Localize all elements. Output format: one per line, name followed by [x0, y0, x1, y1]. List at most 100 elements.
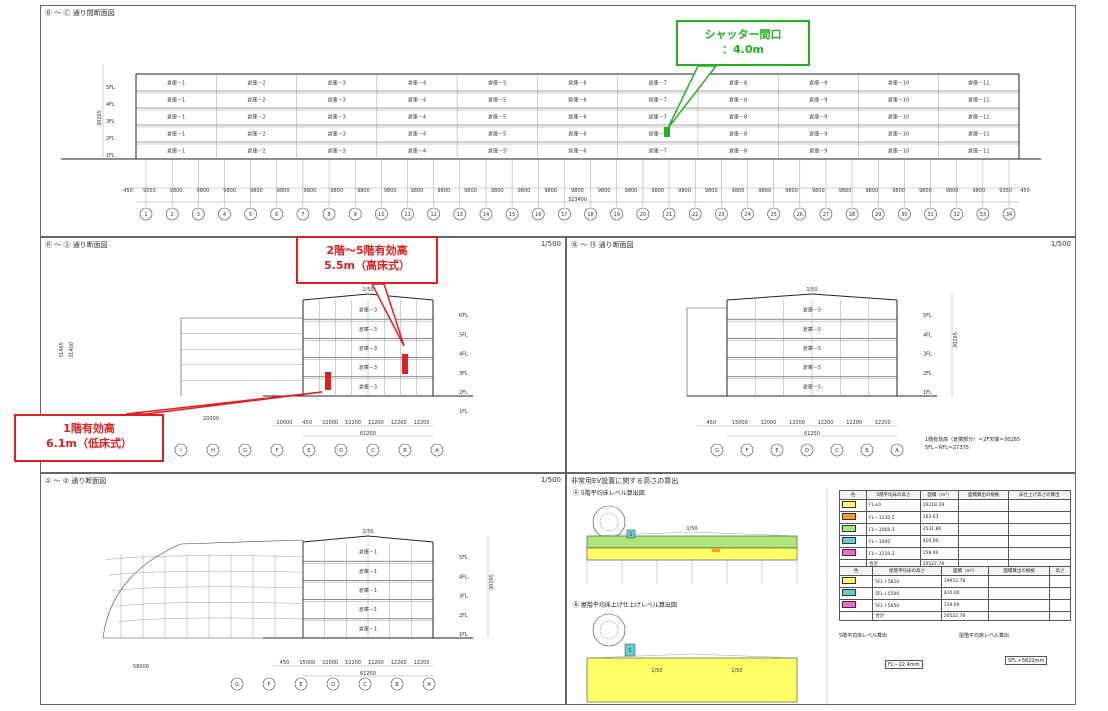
grid-label: 31: [927, 212, 933, 218]
span-dimension-label: 450: [303, 420, 313, 426]
grid-label: G: [235, 682, 239, 688]
grid-label: E: [775, 448, 778, 454]
grid-label: G: [715, 448, 719, 454]
table-cell: 20522.78: [940, 611, 990, 621]
calc-result-2: 5FL＋5822mm: [1005, 656, 1048, 665]
roof-slope-right: [367, 293, 434, 301]
room-label: 倉庫－10: [888, 80, 909, 87]
room-label: 倉庫－7: [649, 148, 667, 155]
grid-label: F: [268, 682, 271, 688]
room-label: 倉庫－2: [247, 148, 265, 155]
table-header-cell: 面積算出の根拠: [958, 490, 1009, 500]
span-dimension-label: 9800: [812, 188, 825, 194]
callout-shutter-line-1: シャッター間口: [704, 28, 782, 41]
floor-label: 5FL: [459, 332, 468, 338]
color-swatch: [842, 525, 856, 532]
grid-label: 24: [744, 212, 750, 218]
grid-label: C: [371, 448, 375, 454]
grid-label: 3: [197, 212, 200, 218]
grid-label: 9: [354, 212, 357, 218]
span-dimension-label: 9800: [839, 188, 852, 194]
callout-eh1-line-1: 1階有効高: [63, 422, 115, 435]
room-label: 倉庫－3: [328, 131, 346, 138]
grid-label: 34: [1006, 212, 1012, 218]
floor-label: 1FL: [106, 153, 115, 159]
room-label: 倉庫－1: [167, 114, 185, 121]
span-dimension-label: 9800: [865, 188, 878, 194]
span-dimension-label: 12200: [414, 420, 430, 426]
span-dimension-label: 9800: [705, 188, 718, 194]
span-dimension-label: 450: [123, 188, 133, 194]
left-height-label-2: 31400: [69, 342, 75, 358]
room-label: 倉庫－1: [167, 80, 185, 87]
roof-slope-b-left: [586, 653, 693, 659]
table-cell: [1048, 611, 1072, 621]
roof-slope-a-right: [691, 531, 798, 537]
height-dimension-label: 30265: [489, 574, 495, 590]
table-cell: [958, 523, 1009, 536]
grid-label: 5: [249, 212, 252, 218]
grid-label: C: [835, 448, 839, 454]
room-label: 倉庫－4: [408, 80, 426, 87]
roof-slope-left: [302, 535, 369, 543]
color-swatch: [842, 537, 856, 544]
room-label: 倉庫－1: [359, 587, 377, 594]
callout-effective-height-2-5: 2階～5階有効高 5.5m（高床式）: [296, 236, 438, 284]
room-label: 倉庫－10: [888, 114, 909, 121]
total-dimension-label: 61250: [360, 671, 376, 677]
table-row: 5FL＋5810 19953.78: [838, 575, 1072, 588]
grid-label: D: [331, 682, 335, 688]
table-cell: [958, 499, 1009, 512]
table-header-cell: 高さ: [1048, 566, 1072, 576]
span-dimension-label: 9800: [491, 188, 504, 194]
span-dimension-label: 12200: [391, 420, 407, 426]
room-label: 倉庫－11: [968, 131, 989, 138]
room-label: 倉庫－1: [359, 606, 377, 613]
ramp-circle: [592, 505, 626, 539]
table-cell: 3531.86: [919, 523, 960, 536]
room-label: 倉庫－2: [247, 131, 265, 138]
table-cell: [1048, 599, 1072, 612]
ramp-circle-b: [592, 613, 626, 647]
room-label: 倉庫－10: [888, 148, 909, 155]
level-block-yellow: [586, 657, 798, 703]
grid-label: 25: [770, 212, 776, 218]
grid-label: A: [435, 448, 439, 454]
table-cell: [958, 547, 1009, 560]
level-band-green: [586, 535, 798, 549]
room-label: 倉庫－1: [167, 97, 185, 104]
span-dimension-label: 12000: [760, 420, 776, 426]
room-label: 倉庫－6: [568, 114, 586, 121]
grid-label: 18: [587, 212, 593, 218]
room-label: 倉庫－4: [408, 148, 426, 155]
span-dimension-label: 9800: [972, 188, 985, 194]
grid-label: 10: [378, 212, 384, 218]
callout-effective-height-1: 1階有効高 6.1m（低床式）: [14, 414, 164, 462]
total-dimension-label: 323400: [568, 197, 587, 203]
table-cell: 19953.78: [940, 575, 990, 588]
room-label: 倉庫－2: [247, 114, 265, 121]
room-label: 倉庫－3: [328, 97, 346, 104]
room-label: 倉庫－3: [359, 307, 377, 314]
floor-label: 2FL: [459, 390, 468, 396]
grid-label: 6: [275, 212, 278, 218]
span-dimension-label: 12200: [345, 660, 361, 666]
grid-label: 2: [171, 212, 174, 218]
room-label: 倉庫－7: [649, 80, 667, 87]
span-dimension-label: 12200: [818, 420, 834, 426]
span-dimension-label: 450: [1020, 188, 1030, 194]
span-dimension-label: 9800: [892, 188, 905, 194]
span-dimension-label: 9350: [143, 188, 156, 194]
table-cell: FL－1000: [866, 535, 921, 548]
grid-label: 11: [404, 212, 410, 218]
grid-label: 27: [823, 212, 829, 218]
span-dimension-label: 9800: [625, 188, 638, 194]
room-label: 倉庫－3: [359, 345, 377, 352]
marker-b-label: 1: [628, 648, 631, 654]
floor-label: 1FL: [459, 409, 468, 415]
grid-label: 16: [535, 212, 541, 218]
grid-label: 30: [901, 212, 907, 218]
table-cell: [988, 599, 1050, 612]
floor-level-table-2: 色屋階平均床の高さ 面積（m²） 面積算出の根拠 高さ 5FL＋5810 19953.7…: [838, 566, 1072, 621]
table-header-cell: 面積（m²）: [919, 490, 960, 500]
